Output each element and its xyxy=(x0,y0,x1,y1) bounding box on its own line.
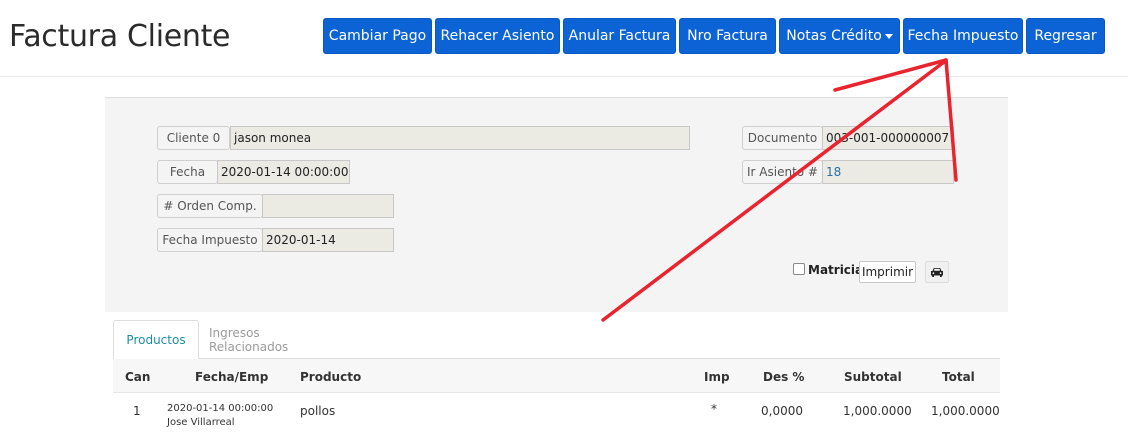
anular-factura-button[interactable]: Anular Factura xyxy=(563,18,676,54)
fecha-label: Fecha xyxy=(157,160,218,184)
nro-factura-button[interactable]: Nro Factura xyxy=(679,18,776,54)
tab-productos[interactable]: Productos xyxy=(113,320,199,360)
table-row[interactable]: 1 2020-01-14 00:00:00 Jose Villarreal po… xyxy=(113,393,1000,435)
caret-down-icon xyxy=(884,33,893,39)
cliente-label: Cliente 0 xyxy=(157,126,230,150)
ir-asiento-link[interactable]: 18 xyxy=(822,160,954,184)
cell-imp: * xyxy=(711,402,717,416)
page-title: Factura Cliente xyxy=(9,19,231,54)
cell-des: 0,0000 xyxy=(761,404,803,418)
cell-subtotal: 1,000.0000 xyxy=(843,404,912,418)
col-producto: Producto xyxy=(300,370,362,384)
cell-total: 1,000.0000 xyxy=(931,404,1000,418)
car-button[interactable] xyxy=(925,261,949,283)
ir-asiento-label: Ir Asiento # xyxy=(742,160,823,184)
fecha-field[interactable]: 2020-01-14 00:00:00-05 xyxy=(217,160,350,184)
col-des: Des % xyxy=(763,370,805,384)
col-can: Can xyxy=(125,370,151,384)
cell-emp: Jose Villarreal xyxy=(167,417,235,428)
col-subtotal: Subtotal xyxy=(844,370,902,384)
cambiar-pago-button[interactable]: Cambiar Pago xyxy=(323,18,432,54)
tab-bar: Productos Ingresos Relacionados xyxy=(113,320,1000,360)
documento-field[interactable]: 003-001-000000007 xyxy=(822,126,954,150)
orden-comp-label: # Orden Comp. xyxy=(157,194,263,218)
cliente-field[interactable]: jason monea xyxy=(230,126,690,150)
car-icon xyxy=(931,267,943,277)
imprimir-button[interactable]: Imprimir xyxy=(859,261,916,283)
table-header: Can Fecha/Emp Producto Imp Des % Subtota… xyxy=(113,359,1000,393)
fecha-impuesto-label: Fecha Impuesto xyxy=(157,228,263,252)
orden-comp-field[interactable] xyxy=(262,194,394,218)
regresar-button[interactable]: Regresar xyxy=(1026,18,1105,54)
cell-fecha: 2020-01-14 00:00:00 xyxy=(167,403,274,414)
notas-credito-label: Notas Crédito xyxy=(786,28,882,44)
fecha-impuesto-button[interactable]: Fecha Impuesto xyxy=(903,18,1023,54)
col-fecha-emp: Fecha/Emp xyxy=(195,370,269,384)
col-imp: Imp xyxy=(704,370,730,384)
cell-can: 1 xyxy=(133,404,141,418)
matricial-checkbox[interactable] xyxy=(793,263,805,275)
cell-producto: pollos xyxy=(300,404,336,418)
page-header: Factura Cliente Cambiar Pago Rehacer Asi… xyxy=(0,0,1128,77)
col-total: Total xyxy=(942,370,975,384)
notas-credito-dropdown[interactable]: Notas Crédito xyxy=(779,18,900,54)
tab-ingresos-relacionados[interactable]: Ingresos Relacionados xyxy=(209,320,339,360)
rehacer-asiento-button[interactable]: Rehacer Asiento xyxy=(435,18,560,54)
fecha-impuesto-field[interactable]: 2020-01-14 xyxy=(262,228,394,252)
documento-label: Documento xyxy=(742,126,823,150)
